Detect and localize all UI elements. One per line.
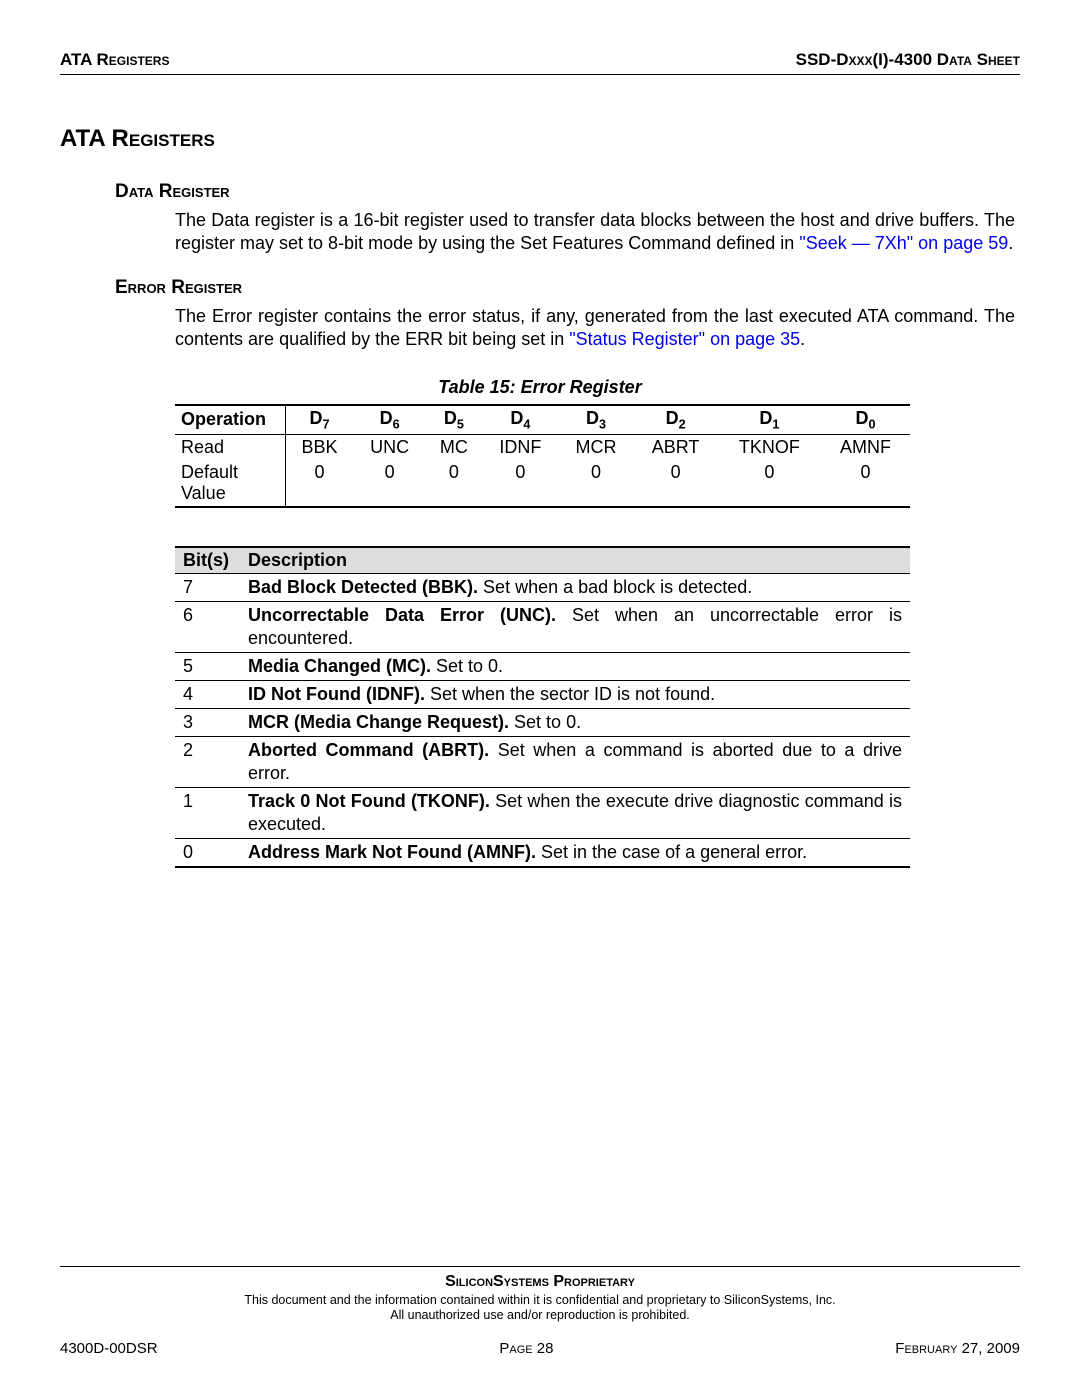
col-d3: D3 xyxy=(559,405,634,434)
table-row: 7Bad Block Detected (BBK). Set when a ba… xyxy=(175,573,910,601)
header-right: SSD-Dxxx(I)-4300 Data Sheet xyxy=(796,50,1020,70)
footer-disclaimer: This document and the information contai… xyxy=(60,1293,1020,1324)
doc-number: 4300D-00DSR xyxy=(60,1340,158,1357)
data-register-text-b: . xyxy=(1008,233,1013,253)
cell: 0 xyxy=(559,460,634,507)
table-row: Read BBK UNC MC IDNF MCR ABRT TKNOF AMNF xyxy=(175,434,910,460)
header-left: ATA Registers xyxy=(60,50,169,70)
status-register-link[interactable]: "Status Register" on page 35 xyxy=(569,329,800,349)
data-register-paragraph: The Data register is a 16-bit register u… xyxy=(175,209,1015,255)
desc-cell: Uncorrectable Data Error (UNC). Set when… xyxy=(240,601,910,652)
error-register-paragraph: The Error register contains the error st… xyxy=(175,305,1015,351)
table-row: Default Value 0 0 0 0 0 0 0 0 xyxy=(175,460,910,507)
desc-cell: ID Not Found (IDNF). Set when the sector… xyxy=(240,680,910,708)
bit-cell: 5 xyxy=(175,652,240,680)
desc-cell: Address Mark Not Found (AMNF). Set in th… xyxy=(240,839,910,868)
page-title: ATA Registers xyxy=(60,125,1020,153)
cell: MCR xyxy=(559,434,634,460)
desc-cell: Track 0 Not Found (TKONF). Set when the … xyxy=(240,787,910,838)
cell: 0 xyxy=(718,460,821,507)
bits-description-table: Bit(s) Description 7Bad Block Detected (… xyxy=(175,546,910,868)
desc-cell: Bad Block Detected (BBK). Set when a bad… xyxy=(240,573,910,601)
cell: TKNOF xyxy=(718,434,821,460)
cell: MC xyxy=(426,434,483,460)
bit-cell: 7 xyxy=(175,573,240,601)
col-d6: D6 xyxy=(354,405,426,434)
desc-cell: Media Changed (MC). Set to 0. xyxy=(240,652,910,680)
footer-bottom-row: 4300D-00DSR Page 28 February 27, 2009 xyxy=(60,1340,1020,1357)
cell: ABRT xyxy=(633,434,717,460)
cell: 0 xyxy=(633,460,717,507)
error-register-table: Operation D7 D6 D5 D4 D3 D2 D1 D0 Read B… xyxy=(175,404,910,508)
page-number: Page 28 xyxy=(499,1340,553,1357)
error-register-heading: Error Register xyxy=(115,277,1020,299)
data-register-heading: Data Register xyxy=(115,181,1020,203)
error-register-text-b: . xyxy=(800,329,805,349)
footer-proprietary: SiliconSystems Proprietary xyxy=(60,1273,1020,1291)
col-d5: D5 xyxy=(426,405,483,434)
cell: 0 xyxy=(285,460,354,507)
bit-cell: 0 xyxy=(175,839,240,868)
page-footer: SiliconSystems Proprietary This document… xyxy=(60,1266,1020,1357)
cell: 0 xyxy=(821,460,910,507)
col-d2: D2 xyxy=(633,405,717,434)
col-d1: D1 xyxy=(718,405,821,434)
cell: AMNF xyxy=(821,434,910,460)
bit-cell: 1 xyxy=(175,787,240,838)
table-row: 5Media Changed (MC). Set to 0. xyxy=(175,652,910,680)
desc-cell: Aborted Command (ABRT). Set when a comma… xyxy=(240,736,910,787)
cell-op: Read xyxy=(175,434,285,460)
table-row: 6Uncorrectable Data Error (UNC). Set whe… xyxy=(175,601,910,652)
page-header: ATA Registers SSD-Dxxx(I)-4300 Data Shee… xyxy=(60,50,1020,75)
table-row: 0Address Mark Not Found (AMNF). Set in t… xyxy=(175,839,910,868)
col-d4: D4 xyxy=(482,405,558,434)
table-row: 3MCR (Media Change Request). Set to 0. xyxy=(175,708,910,736)
table-row: 1Track 0 Not Found (TKONF). Set when the… xyxy=(175,787,910,838)
table-row: 2Aborted Command (ABRT). Set when a comm… xyxy=(175,736,910,787)
col-operation: Operation xyxy=(175,405,285,434)
cell: BBK xyxy=(285,434,354,460)
cell-op: Default Value xyxy=(175,460,285,507)
cell: 0 xyxy=(482,460,558,507)
cell: IDNF xyxy=(482,434,558,460)
table-row: 4ID Not Found (IDNF). Set when the secto… xyxy=(175,680,910,708)
cell: 0 xyxy=(426,460,483,507)
col-d0: D0 xyxy=(821,405,910,434)
bit-cell: 3 xyxy=(175,708,240,736)
bit-cell: 2 xyxy=(175,736,240,787)
col-description: Description xyxy=(240,547,910,574)
cell: UNC xyxy=(354,434,426,460)
footer-rule xyxy=(60,1266,1020,1267)
seek-link[interactable]: "Seek — 7Xh" on page 59 xyxy=(799,233,1008,253)
col-bits: Bit(s) xyxy=(175,547,240,574)
desc-cell: MCR (Media Change Request). Set to 0. xyxy=(240,708,910,736)
cell: 0 xyxy=(354,460,426,507)
table-header-row: Operation D7 D6 D5 D4 D3 D2 D1 D0 xyxy=(175,405,910,434)
bit-cell: 4 xyxy=(175,680,240,708)
bit-cell: 6 xyxy=(175,601,240,652)
footer-date: February 27, 2009 xyxy=(895,1340,1020,1357)
table15-caption: Table 15: Error Register xyxy=(60,377,1020,398)
col-d7: D7 xyxy=(285,405,354,434)
table-header-row: Bit(s) Description xyxy=(175,547,910,574)
